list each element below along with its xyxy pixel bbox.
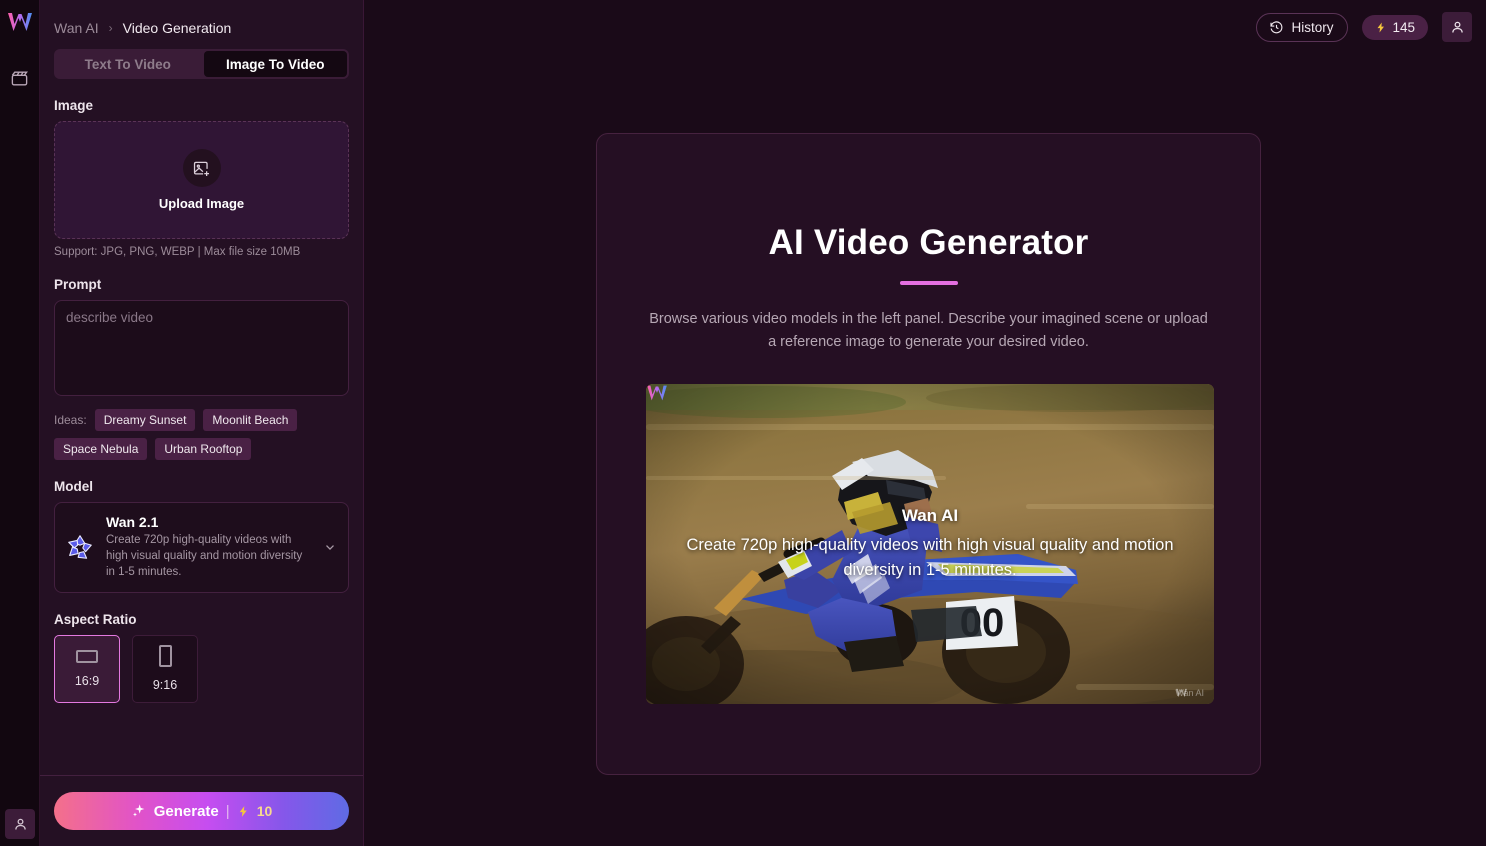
- wan-pinwheel-icon: [65, 532, 95, 562]
- aspect-option-16-9[interactable]: 16:9: [54, 635, 120, 703]
- page-title: AI Video Generator: [597, 134, 1260, 263]
- model-chevron[interactable]: [323, 540, 337, 554]
- tab-text-to-video[interactable]: Text To Video: [56, 51, 200, 77]
- generate-cost: 10: [257, 803, 273, 819]
- page-subtitle: Browse various video models in the left …: [644, 308, 1214, 354]
- aspect-option-9-16[interactable]: 9:16: [132, 635, 198, 703]
- generate-button[interactable]: Generate | 10: [54, 792, 349, 830]
- tab-image-to-video[interactable]: Image To Video: [204, 51, 348, 77]
- mode-tabs: Text To Video Image To Video: [54, 49, 349, 79]
- preview-watermark: Wan AI: [1175, 688, 1204, 698]
- history-button[interactable]: History: [1256, 13, 1348, 42]
- credits-value: 145: [1392, 20, 1415, 35]
- rect-landscape-icon: [76, 650, 98, 663]
- control-sidebar: Wan AI › Video Generation Text To Video …: [40, 0, 364, 846]
- upload-support-text: Support: JPG, PNG, WEBP | Max file size …: [54, 246, 349, 258]
- account-button[interactable]: [1442, 12, 1472, 42]
- ideas-label: Ideas:: [54, 413, 87, 427]
- model-section-label: Model: [54, 479, 349, 494]
- idea-chip-urban-rooftop[interactable]: Urban Rooftop: [155, 438, 251, 460]
- bolt-icon: [237, 804, 250, 819]
- upload-icon-badge: [183, 149, 221, 187]
- aspect-ratio-group: 16:9 9:16: [54, 635, 349, 703]
- model-name: Wan 2.1: [106, 514, 312, 530]
- model-info: Wan 2.1 Create 720p high-quality videos …: [106, 514, 312, 581]
- aspect-label-9-16: 9:16: [153, 678, 177, 692]
- wan-w-logo: [646, 384, 668, 402]
- app-root: Wan AI › Video Generation Text To Video …: [0, 0, 1486, 846]
- preview-overlay: Wan AI Create 720p high-quality videos w…: [646, 384, 1214, 704]
- chevron-down-icon: [323, 540, 337, 554]
- rect-portrait-icon: [159, 645, 172, 667]
- preview-brand-label: Wan AI: [902, 506, 958, 526]
- left-rail: [0, 0, 40, 846]
- sidebar-item-video-generation[interactable]: [5, 63, 35, 93]
- history-label: History: [1291, 20, 1333, 35]
- breadcrumb-separator: ›: [109, 21, 113, 35]
- sidebar-footer: Generate | 10: [40, 775, 363, 846]
- sidebar-scroll: Image Upload Image Support: JPG, PNG, WE…: [40, 79, 363, 775]
- upload-image-dropzone[interactable]: Upload Image: [54, 121, 349, 239]
- prompt-section-label: Prompt: [54, 277, 349, 292]
- breadcrumb: Wan AI › Video Generation: [40, 0, 363, 42]
- main-area: History 145 AI Video Generator Browse va…: [364, 0, 1486, 846]
- wan-w-logo: [1175, 688, 1188, 698]
- clapperboard-icon: [10, 69, 29, 88]
- prompt-ideas: Ideas: Dreamy Sunset Moonlit Beach Space…: [54, 409, 349, 460]
- title-underline: [900, 281, 958, 285]
- preview-video[interactable]: 00: [646, 384, 1214, 704]
- idea-chip-space-nebula[interactable]: Space Nebula: [54, 438, 147, 460]
- bolt-icon: [1375, 20, 1387, 35]
- preview-brand: Wan AI: [902, 506, 958, 526]
- rail-avatar-button[interactable]: [5, 809, 35, 839]
- preview-caption: Create 720p high-quality videos with hig…: [668, 533, 1192, 583]
- generator-panel: AI Video Generator Browse various video …: [596, 133, 1261, 775]
- model-selector[interactable]: Wan 2.1 Create 720p high-quality videos …: [54, 502, 349, 593]
- user-icon: [1449, 19, 1466, 36]
- upload-image-label: Upload Image: [159, 196, 244, 211]
- prompt-input[interactable]: [54, 300, 349, 396]
- wan-w-logo[interactable]: [7, 11, 33, 33]
- breadcrumb-current: Video Generation: [123, 20, 232, 36]
- aspect-label-16-9: 16:9: [75, 674, 99, 688]
- image-plus-icon: [192, 159, 211, 178]
- credits-badge[interactable]: 145: [1362, 15, 1428, 40]
- sparkle-icon: [131, 803, 147, 819]
- generate-label: Generate: [154, 803, 219, 820]
- history-clock-icon: [1269, 20, 1284, 35]
- generate-divider: |: [226, 803, 230, 820]
- idea-chip-moonlit-beach[interactable]: Moonlit Beach: [203, 409, 297, 431]
- top-bar: History 145: [1256, 0, 1486, 54]
- idea-chip-dreamy-sunset[interactable]: Dreamy Sunset: [95, 409, 196, 431]
- breadcrumb-root[interactable]: Wan AI: [54, 20, 99, 36]
- aspect-section-label: Aspect Ratio: [54, 612, 349, 627]
- user-icon: [12, 816, 29, 833]
- image-section-label: Image: [54, 98, 349, 113]
- model-description: Create 720p high-quality videos with hig…: [106, 533, 312, 581]
